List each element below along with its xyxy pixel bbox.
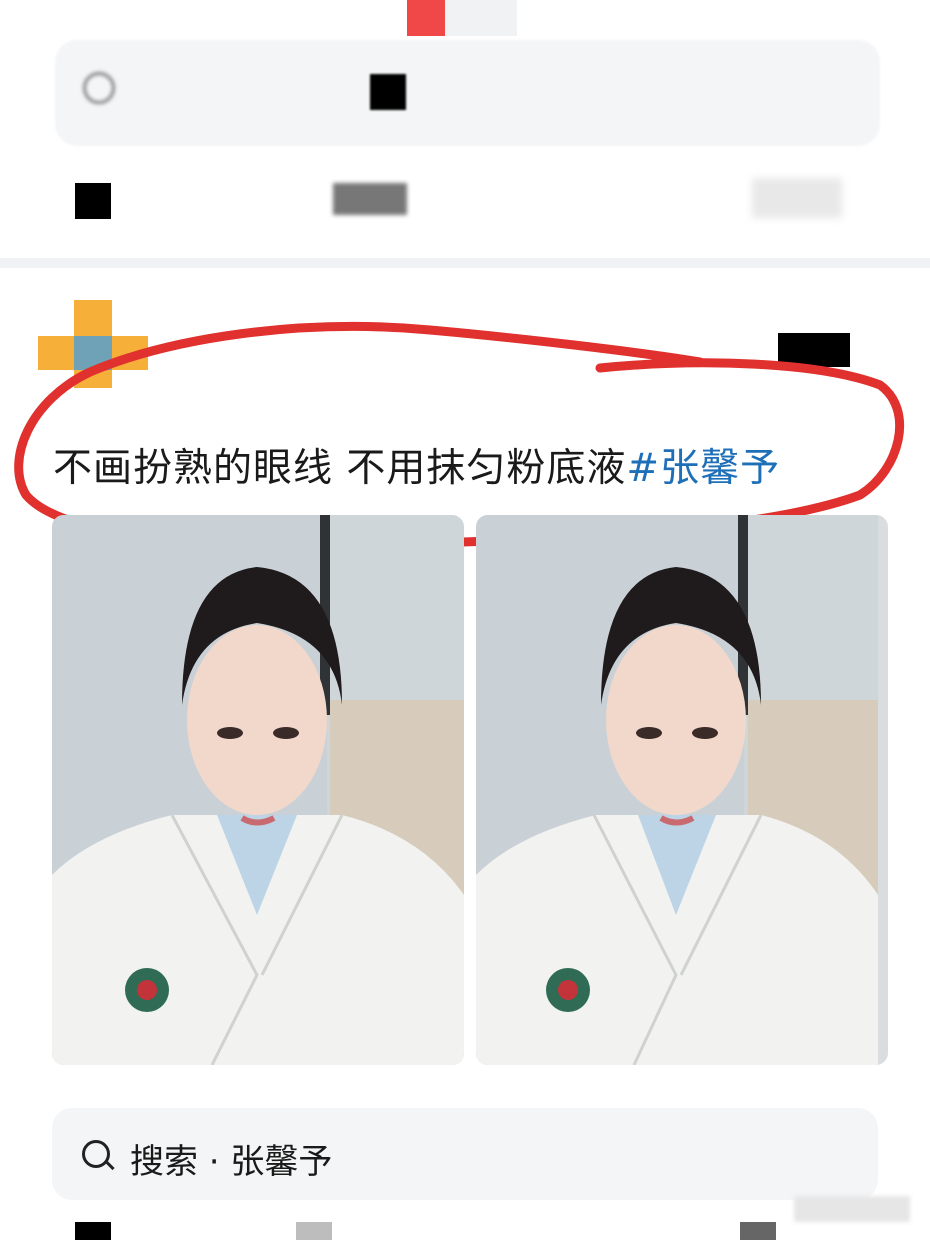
header-row <box>0 150 930 260</box>
watermark <box>794 1196 910 1222</box>
portrait-image <box>52 515 464 1065</box>
related-search-bar[interactable]: 搜索 · 张馨予 <box>52 1108 878 1200</box>
related-search-label: 搜索 · 张馨予 <box>130 1142 333 1182</box>
photo-2[interactable] <box>476 515 888 1065</box>
top-search-bar[interactable] <box>55 40 880 146</box>
top-tab-fragment <box>407 0 445 36</box>
blurred-element <box>752 178 842 218</box>
search-icon <box>83 72 115 104</box>
redaction-block <box>75 183 111 219</box>
blurred-element <box>740 1222 776 1240</box>
blurred-element <box>296 1222 332 1240</box>
section-divider <box>0 258 930 268</box>
portrait-image <box>476 515 878 1065</box>
top-tab-fragment-grey <box>445 0 517 36</box>
blurred-element <box>333 183 407 215</box>
redaction-block <box>75 1222 111 1240</box>
redaction-block <box>370 74 406 110</box>
photo-1[interactable] <box>52 515 464 1065</box>
search-icon <box>82 1140 110 1168</box>
